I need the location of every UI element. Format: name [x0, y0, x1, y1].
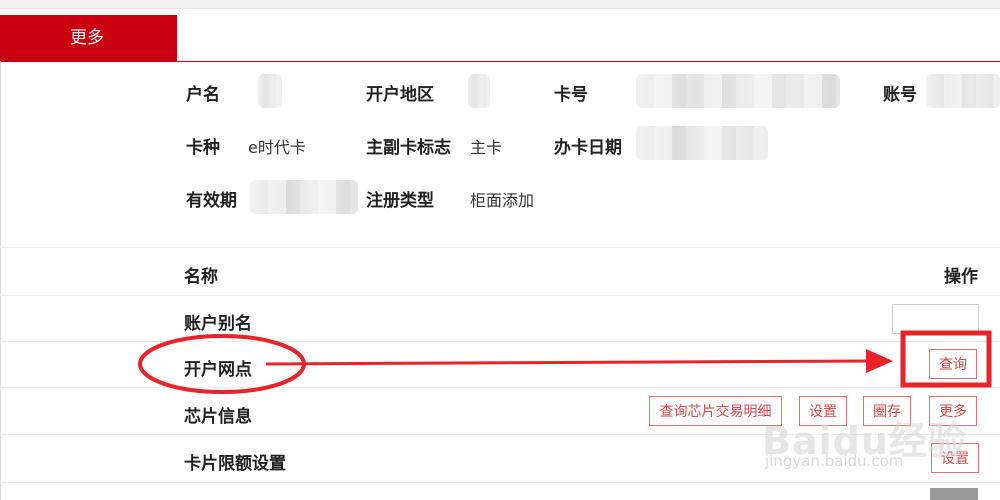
label-registration-type: 注册类型: [366, 191, 434, 211]
value-registration-type: 柜面添加: [470, 191, 535, 210]
col-header-action: 操作: [944, 267, 978, 287]
label-expiry: 有效期: [186, 191, 237, 211]
row-label-chip-info: 芯片信息: [184, 407, 252, 427]
label-account-number: 账号: [883, 85, 917, 105]
label-card-type: 卡种: [186, 138, 220, 158]
blurred-card-number: [636, 74, 840, 108]
tab-more-label: 更多: [70, 28, 104, 48]
divider: [0, 387, 1000, 388]
label-primary-secondary: 主副卡标志: [366, 138, 451, 158]
label-card-number: 卡号: [554, 85, 588, 105]
row-label-open-branch: 开户网点: [184, 360, 252, 380]
divider: [0, 247, 1000, 248]
blurred-expiry: [250, 180, 358, 214]
tab-underline: [0, 61, 1000, 62]
label-issue-date: 办卡日期: [554, 138, 622, 158]
top-strip: [0, 0, 1000, 9]
value-primary-secondary: 主卡: [470, 138, 503, 157]
blurred-open-region: [468, 74, 490, 108]
blurred-issue-date: [636, 126, 768, 160]
col-header-name: 名称: [184, 267, 218, 287]
cutoff-button: [930, 488, 978, 500]
blurred-account-number: [926, 74, 1000, 108]
annotation-arrow-head: [866, 349, 893, 373]
label-open-region: 开户地区: [366, 85, 434, 105]
tab-more[interactable]: 更多: [0, 15, 177, 61]
divider: [0, 341, 1000, 342]
account-alias-input[interactable]: [892, 304, 979, 334]
watermark-url: jingyan.baidu.com: [765, 452, 904, 470]
row-label-account-alias: 账户别名: [184, 314, 252, 334]
query-branch-button[interactable]: 查询: [929, 349, 977, 379]
blurred-account-holder: [258, 74, 282, 108]
divider: [0, 295, 1000, 296]
divider: [0, 482, 1000, 483]
annotation-arrow-line: [265, 359, 873, 366]
label-account-holder: 户名: [186, 85, 220, 105]
value-card-type: e时代卡: [248, 138, 306, 157]
row-label-card-limit: 卡片限额设置: [184, 454, 286, 474]
